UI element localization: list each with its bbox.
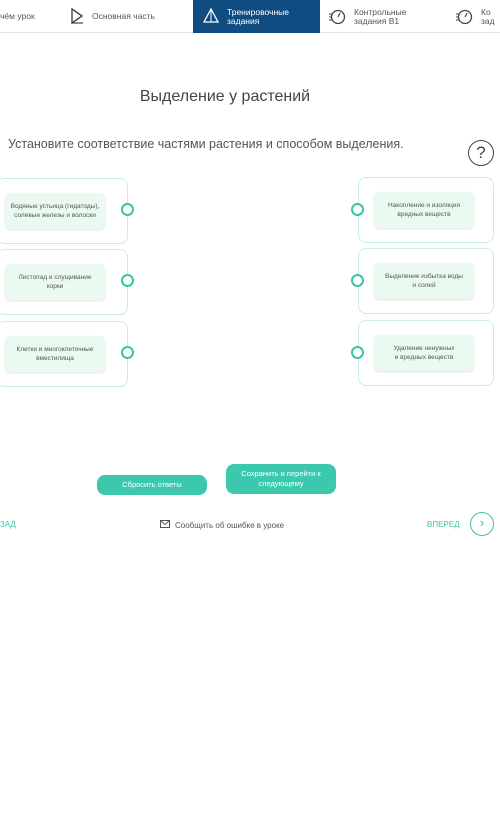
draggable-option[interactable]: Листопад и слущивание корки <box>5 264 105 300</box>
connector-dot[interactable] <box>121 203 134 216</box>
tab-label-line2: задания В1 <box>354 15 400 26</box>
tab-about-lesson[interactable]: чём урок <box>0 0 62 33</box>
envelope-icon <box>160 520 170 530</box>
match-card-left: Водяные устьица (гидатоды), солевые желез… <box>0 178 128 244</box>
play-icon <box>70 7 84 26</box>
reset-answers-button[interactable]: Сбросить ответы <box>97 475 207 495</box>
stopwatch-icon <box>328 7 346 27</box>
tab-main-part[interactable]: Основная часть <box>70 0 190 33</box>
match-card-right: Накопление и изоляция вредных веществ <box>358 177 494 243</box>
target-option[interactable]: Удаление ненужных и вредных веществ <box>374 335 474 371</box>
match-card-left: Листопад и слущивание корки <box>0 249 128 315</box>
option-line2: вместилища <box>36 355 74 362</box>
pyramid-icon <box>202 7 220 26</box>
draggable-option[interactable]: Клетки и многоклеточные вместилища <box>5 336 105 372</box>
match-card-right: Удаление ненужных и вредных веществ <box>358 320 494 386</box>
target-option[interactable]: Накопление и изоляция вредных веществ <box>374 192 474 228</box>
report-error-link[interactable]: Сообщить об ошибке в уроке <box>160 520 284 530</box>
connector-dot[interactable] <box>351 274 364 287</box>
next-link[interactable]: ВПЕРЕД <box>427 520 460 529</box>
option-line2: вредных веществ <box>397 211 451 218</box>
option-line2: солевые железы и волоски <box>14 212 96 219</box>
match-card-right: Выделение избытка воды и солей <box>358 248 494 314</box>
report-label: Сообщить об ошибке в уроке <box>175 520 285 530</box>
connector-dot[interactable] <box>351 346 364 359</box>
option-line1: Клетки и многоклеточные <box>16 346 94 353</box>
draggable-option[interactable]: Водяные устьица (гидатоды), солевые желез… <box>5 193 105 229</box>
help-button[interactable]: ? <box>468 140 494 166</box>
save-and-next-button[interactable]: Сохранить и перейти к следующему <box>226 464 336 494</box>
connector-dot[interactable] <box>351 203 364 216</box>
option-line1: Водяные устьица (гидатоды), <box>10 203 100 210</box>
tab-label: чём урок <box>0 11 35 21</box>
task-instruction: Установите соответствие частями растения… <box>8 137 404 151</box>
option-line2: и солей <box>412 282 436 289</box>
stopwatch-icon <box>455 7 473 27</box>
target-option[interactable]: Выделение избытка воды и солей <box>374 263 474 299</box>
option-line1: Выделение избытка воды <box>385 273 463 280</box>
back-link[interactable]: ЗАД <box>0 520 16 529</box>
save-label-line1: Сохранить и перейти к <box>241 469 321 478</box>
option-line1: Удаление ненужных <box>393 345 455 352</box>
tab-label-line2: задания <box>227 15 260 26</box>
chevron-right-icon[interactable]: › <box>470 512 494 536</box>
tab-training-tasks[interactable]: Тренировочные задания <box>193 0 320 33</box>
save-label-line2: следующему <box>258 479 304 488</box>
tab-control-tasks-b1[interactable]: Контрольные задания В1 <box>328 0 450 33</box>
option-line1: Накопление и изоляция <box>387 202 461 209</box>
lesson-navigation: чём урок Основная часть Тренировочные за… <box>0 0 500 33</box>
option-line1: Листопад и слущивание <box>18 274 92 281</box>
tab-control-tasks-b2[interactable]: Ко зад <box>455 0 500 33</box>
tab-label-line2: зад <box>481 15 495 26</box>
option-line2: и вредных веществ <box>394 354 454 361</box>
match-card-left: Клетки и многоклеточные вместилища <box>0 321 128 387</box>
option-line2: корки <box>46 283 64 290</box>
lesson-title: Выделение у растений <box>139 88 311 105</box>
connector-dot[interactable] <box>121 274 134 287</box>
tab-label: Основная часть <box>92 11 155 21</box>
connector-dot[interactable] <box>121 346 134 359</box>
